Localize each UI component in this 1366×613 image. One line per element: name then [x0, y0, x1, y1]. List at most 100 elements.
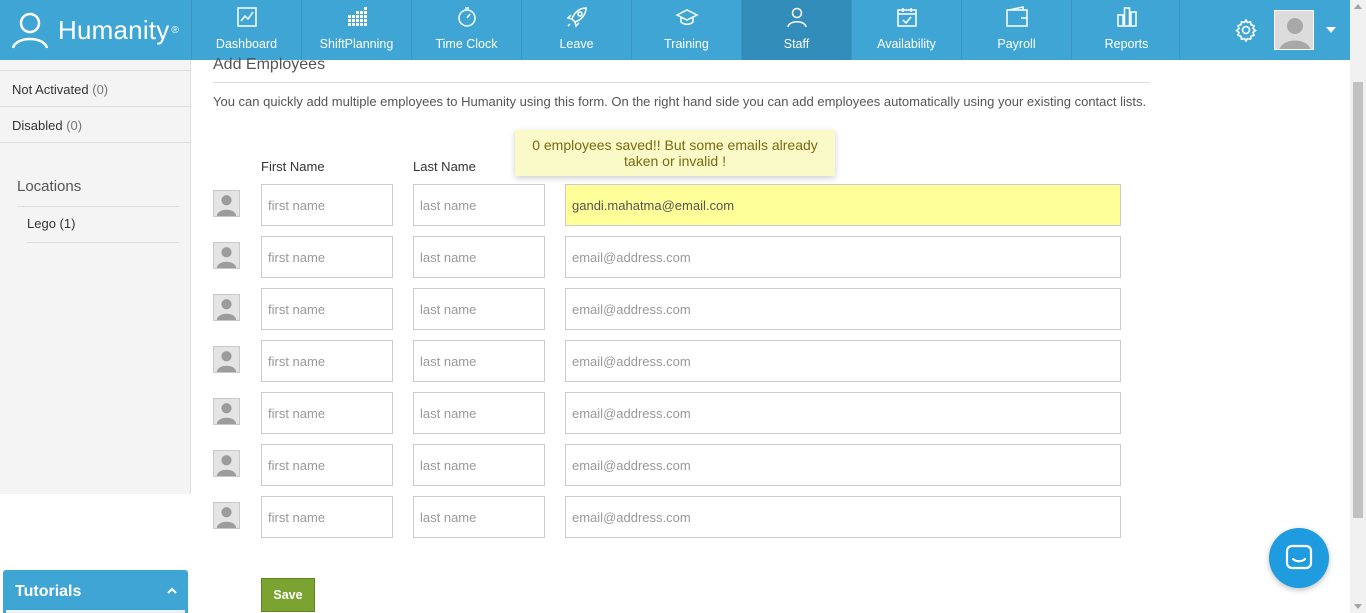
nav-label: Availability — [877, 37, 936, 51]
nav-label: Time Clock — [435, 37, 498, 51]
first-name-input[interactable] — [261, 496, 393, 538]
chat-launcher-button[interactable] — [1269, 528, 1329, 588]
locations-heading: Locations — [17, 178, 82, 195]
nav-leave[interactable]: Leave — [521, 0, 631, 60]
calendar-grid-icon — [347, 7, 367, 26]
humanity-logo-icon — [11, 12, 49, 49]
employee-avatar-icon — [213, 242, 240, 269]
sidebar-item-not-activated[interactable]: Not Activated (0) — [0, 82, 190, 97]
last-name-input[interactable] — [413, 288, 545, 330]
nav-time-clock[interactable]: Time Clock — [411, 0, 521, 60]
nav-availability[interactable]: Availability — [851, 0, 961, 60]
employee-avatar-icon — [213, 294, 240, 321]
first-name-input[interactable] — [261, 288, 393, 330]
employee-avatar-icon — [213, 450, 240, 477]
employee-row — [213, 184, 1123, 226]
save-notice: 0 employees saved!! But some emails alre… — [515, 130, 835, 176]
last-name-input[interactable] — [413, 392, 545, 434]
nav-label: ShiftPlanning — [319, 37, 394, 51]
scroll-down-arrow-icon[interactable] — [1354, 604, 1362, 609]
sidebar: Not Activated (0) Disabled (0) Locations… — [0, 60, 191, 494]
gear-icon[interactable] — [1234, 18, 1258, 42]
nav-label: Payroll — [997, 37, 1036, 51]
nav-label: Dashboard — [215, 37, 278, 51]
chat-icon — [1285, 544, 1313, 570]
email-input[interactable] — [565, 184, 1121, 226]
rocket-icon — [566, 7, 587, 28]
save-button[interactable]: Save — [261, 578, 315, 612]
page-scrollbar[interactable] — [1350, 0, 1366, 613]
nav-reports[interactable]: Reports — [1071, 0, 1181, 60]
email-input[interactable] — [565, 444, 1121, 486]
divider — [213, 82, 1150, 83]
email-input[interactable] — [565, 392, 1121, 434]
last-name-input[interactable] — [413, 236, 545, 278]
bar-chart-icon — [1116, 7, 1137, 27]
nav-dashboard[interactable]: Dashboard — [191, 0, 301, 60]
email-input[interactable] — [565, 288, 1121, 330]
employee-avatar-icon — [213, 190, 240, 217]
divider — [17, 206, 179, 207]
employee-row — [213, 496, 1123, 538]
top-right-controls — [1179, 0, 1350, 60]
employee-avatar-icon — [213, 502, 240, 529]
tutorials-label: Tutorials — [15, 583, 82, 600]
scrollbar-thumb[interactable] — [1353, 82, 1363, 518]
first-name-input[interactable] — [261, 392, 393, 434]
first-name-input[interactable] — [261, 236, 393, 278]
sidebar-item-count: (0) — [92, 82, 109, 97]
user-avatar[interactable] — [1274, 10, 1314, 50]
brand-logo[interactable]: Humanity ® — [0, 0, 191, 60]
employee-row — [213, 288, 1123, 330]
location-item-lego[interactable]: Lego (1) — [27, 216, 75, 231]
avatar-silhouette-icon — [1275, 11, 1313, 49]
tutorials-panel[interactable]: Tutorials — [3, 570, 188, 613]
employee-row — [213, 444, 1123, 486]
stopwatch-icon — [457, 7, 476, 27]
divider — [0, 142, 190, 143]
nav-label: Training — [664, 37, 709, 51]
employee-row — [213, 236, 1123, 278]
wallet-icon — [1005, 6, 1028, 27]
calendar-check-icon — [896, 8, 917, 27]
employee-row — [213, 340, 1123, 382]
employee-avatar-icon — [213, 346, 240, 373]
email-input[interactable] — [565, 340, 1121, 382]
chevron-up-icon[interactable] — [166, 585, 178, 597]
last-name-input[interactable] — [413, 340, 545, 382]
nav-label: Leave — [559, 37, 594, 51]
divider — [0, 106, 190, 107]
column-header-last-name: Last Name — [413, 159, 476, 174]
nav-label: Reports — [1104, 37, 1149, 51]
main-content: Add Employees You can quickly add multip… — [191, 56, 1351, 613]
main-nav: Dashboard ShiftPlanning Time Clock Leave… — [191, 0, 1181, 60]
brand-registered-mark: ® — [171, 24, 179, 36]
user-menu-caret-icon[interactable] — [1326, 27, 1336, 33]
page-description: You can quickly add multiple employees t… — [213, 94, 1147, 109]
first-name-input[interactable] — [261, 184, 393, 226]
nav-staff[interactable]: Staff — [741, 0, 851, 60]
nav-shiftplanning[interactable]: ShiftPlanning — [301, 0, 411, 60]
email-input[interactable] — [565, 496, 1121, 538]
sidebar-item-label: Disabled — [12, 118, 63, 133]
first-name-input[interactable] — [261, 340, 393, 382]
column-header-first-name: First Name — [261, 159, 325, 174]
page-title: Add Employees — [213, 56, 326, 73]
nav-label: Staff — [783, 37, 810, 51]
brand-name: Humanity — [58, 14, 170, 45]
user-icon — [786, 7, 807, 28]
last-name-input[interactable] — [413, 444, 545, 486]
sidebar-item-disabled[interactable]: Disabled (0) — [0, 118, 190, 133]
top-navigation-bar: Humanity ® Dashboard ShiftPlanning Time C… — [0, 0, 1350, 60]
first-name-input[interactable] — [261, 444, 393, 486]
scroll-up-arrow-icon[interactable] — [1354, 4, 1362, 9]
last-name-input[interactable] — [413, 184, 545, 226]
nav-training[interactable]: Training — [631, 0, 741, 60]
employee-avatar-icon — [213, 398, 240, 425]
email-input[interactable] — [565, 236, 1121, 278]
last-name-input[interactable] — [413, 496, 545, 538]
divider — [27, 242, 179, 243]
dashboard-icon — [236, 7, 257, 27]
nav-payroll[interactable]: Payroll — [961, 0, 1071, 60]
sidebar-item-label: Not Activated — [12, 82, 89, 97]
